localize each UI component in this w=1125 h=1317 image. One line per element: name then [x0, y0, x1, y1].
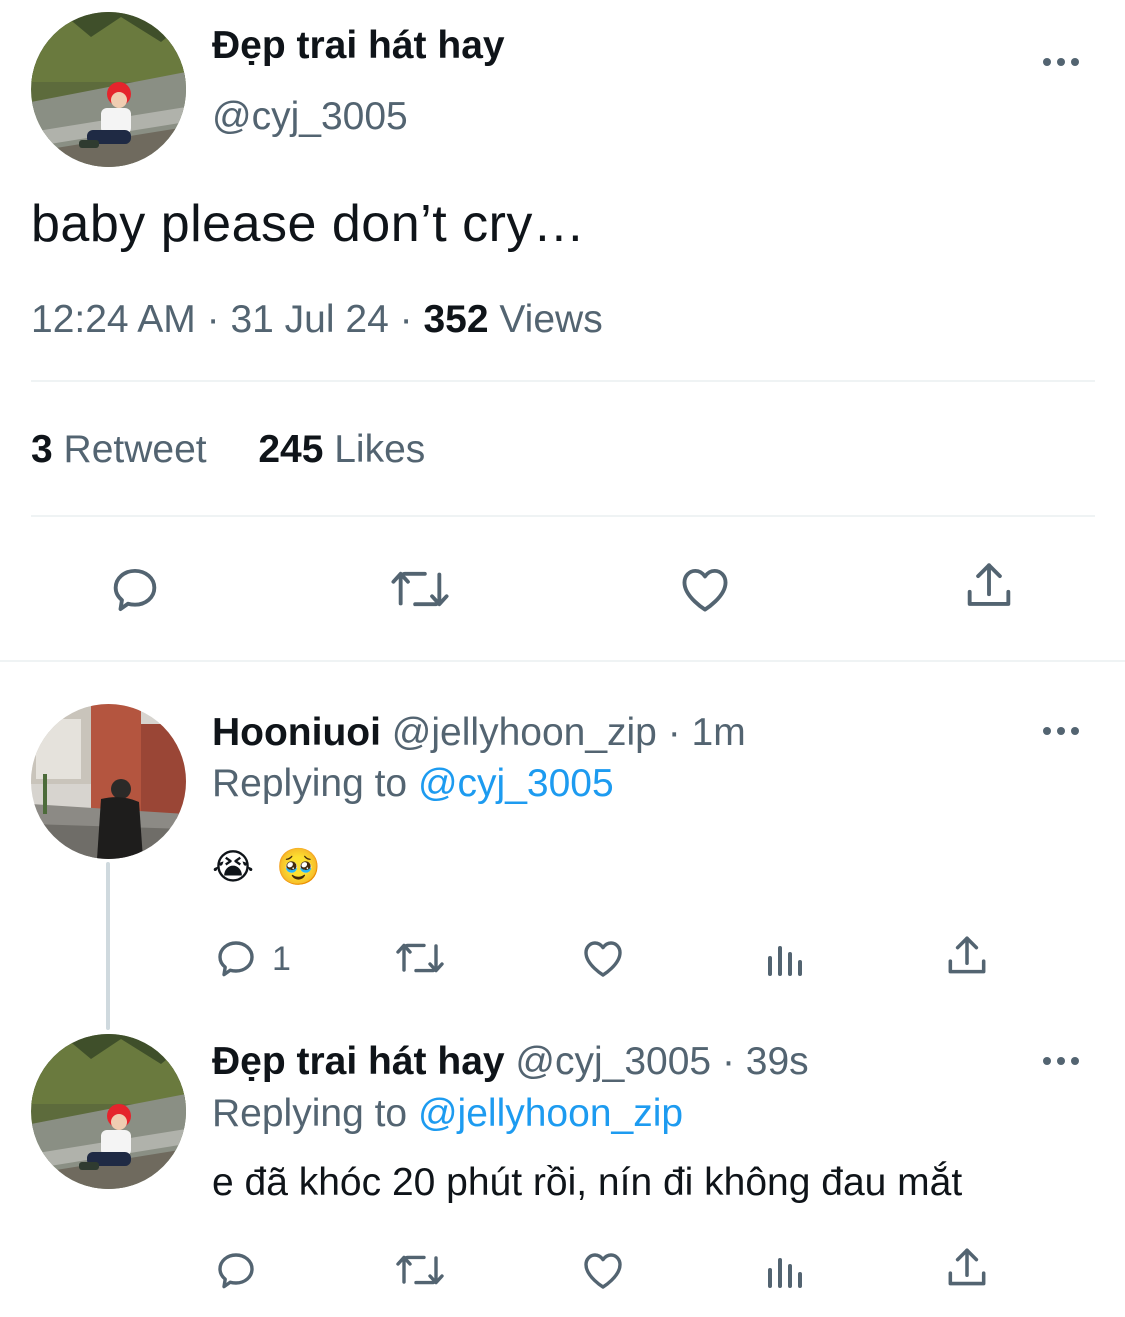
section-divider — [0, 660, 1125, 662]
views-label[interactable]: Views — [499, 298, 602, 341]
views-icon[interactable] — [762, 934, 810, 982]
reply-author-handle[interactable]: @jellyhoon_zip — [392, 711, 657, 754]
tweet-meta: 12:24 AM · 31 Jul 24 · 352 Views — [31, 298, 603, 342]
likes-label[interactable]: Likes — [334, 428, 425, 471]
divider — [31, 380, 1095, 382]
share-icon[interactable] — [960, 558, 1018, 616]
reply-author-name[interactable]: Hooniuoi — [212, 711, 381, 754]
reply-author-handle[interactable]: @cyj_3005 — [515, 1040, 711, 1083]
retweets-label[interactable]: Retweet — [64, 428, 207, 471]
replying-to-line: Replying to @jellyhoon_zip — [212, 1092, 683, 1136]
reply-time[interactable]: · 39s — [722, 1040, 809, 1083]
reply-author-avatar[interactable] — [31, 1034, 186, 1189]
share-icon[interactable] — [942, 1244, 992, 1294]
main-tweet-text: baby please don’t cry… — [31, 195, 586, 253]
main-author-name[interactable]: Đẹp trai hát hay — [212, 24, 505, 68]
reply-time[interactable]: · 1m — [668, 711, 746, 754]
like-icon[interactable] — [579, 1246, 627, 1294]
reply-text: e đã khóc 20 phút rồi, nín đi không đau … — [212, 1161, 963, 1204]
like-icon[interactable] — [579, 934, 627, 982]
reply-2-header: Đẹp trai hát hay @cyj_3005 · 39s — [212, 1040, 809, 1084]
views-count[interactable]: 352 — [423, 298, 488, 341]
likes-count[interactable]: 245 — [258, 428, 323, 471]
retweets-count[interactable]: 3 — [31, 428, 53, 471]
reply-author-avatar[interactable] — [31, 704, 186, 859]
tweet-date: 31 Jul 24 — [230, 298, 389, 341]
more-icon[interactable] — [1040, 52, 1082, 72]
reply-author-name[interactable]: Đẹp trai hát hay — [212, 1040, 505, 1083]
replying-to-prefix: Replying to — [212, 762, 408, 805]
retweet-icon[interactable] — [388, 560, 452, 618]
retweet-icon[interactable] — [393, 1246, 447, 1294]
replying-to-link[interactable]: @cyj_3005 — [418, 762, 614, 805]
like-icon[interactable] — [676, 560, 734, 618]
main-author-avatar[interactable] — [31, 12, 186, 167]
views-icon[interactable] — [762, 1246, 810, 1294]
reply-icon[interactable] — [212, 934, 260, 982]
more-icon[interactable] — [1040, 721, 1082, 741]
engagement-stats: 3 Retweet 245 Likes — [31, 428, 425, 472]
reply-text: 😭 🥹 — [212, 846, 327, 887]
meta-separator: · — [399, 298, 413, 341]
more-icon[interactable] — [1040, 1051, 1082, 1071]
thread-line — [106, 862, 110, 1030]
divider — [31, 515, 1095, 517]
replying-to-link[interactable]: @jellyhoon_zip — [418, 1092, 683, 1135]
meta-separator: · — [206, 298, 220, 341]
reply-1-header: Hooniuoi @jellyhoon_zip · 1m — [212, 711, 746, 755]
reply-count: 1 — [272, 940, 291, 978]
reply-icon[interactable] — [106, 560, 164, 618]
replying-to-prefix: Replying to — [212, 1092, 408, 1135]
tweet-time: 12:24 AM — [31, 298, 196, 341]
retweet-icon[interactable] — [393, 934, 447, 982]
reply-icon[interactable] — [212, 1246, 260, 1294]
main-author-handle[interactable]: @cyj_3005 — [212, 95, 408, 139]
replying-to-line: Replying to @cyj_3005 — [212, 762, 614, 806]
share-icon[interactable] — [942, 932, 992, 982]
